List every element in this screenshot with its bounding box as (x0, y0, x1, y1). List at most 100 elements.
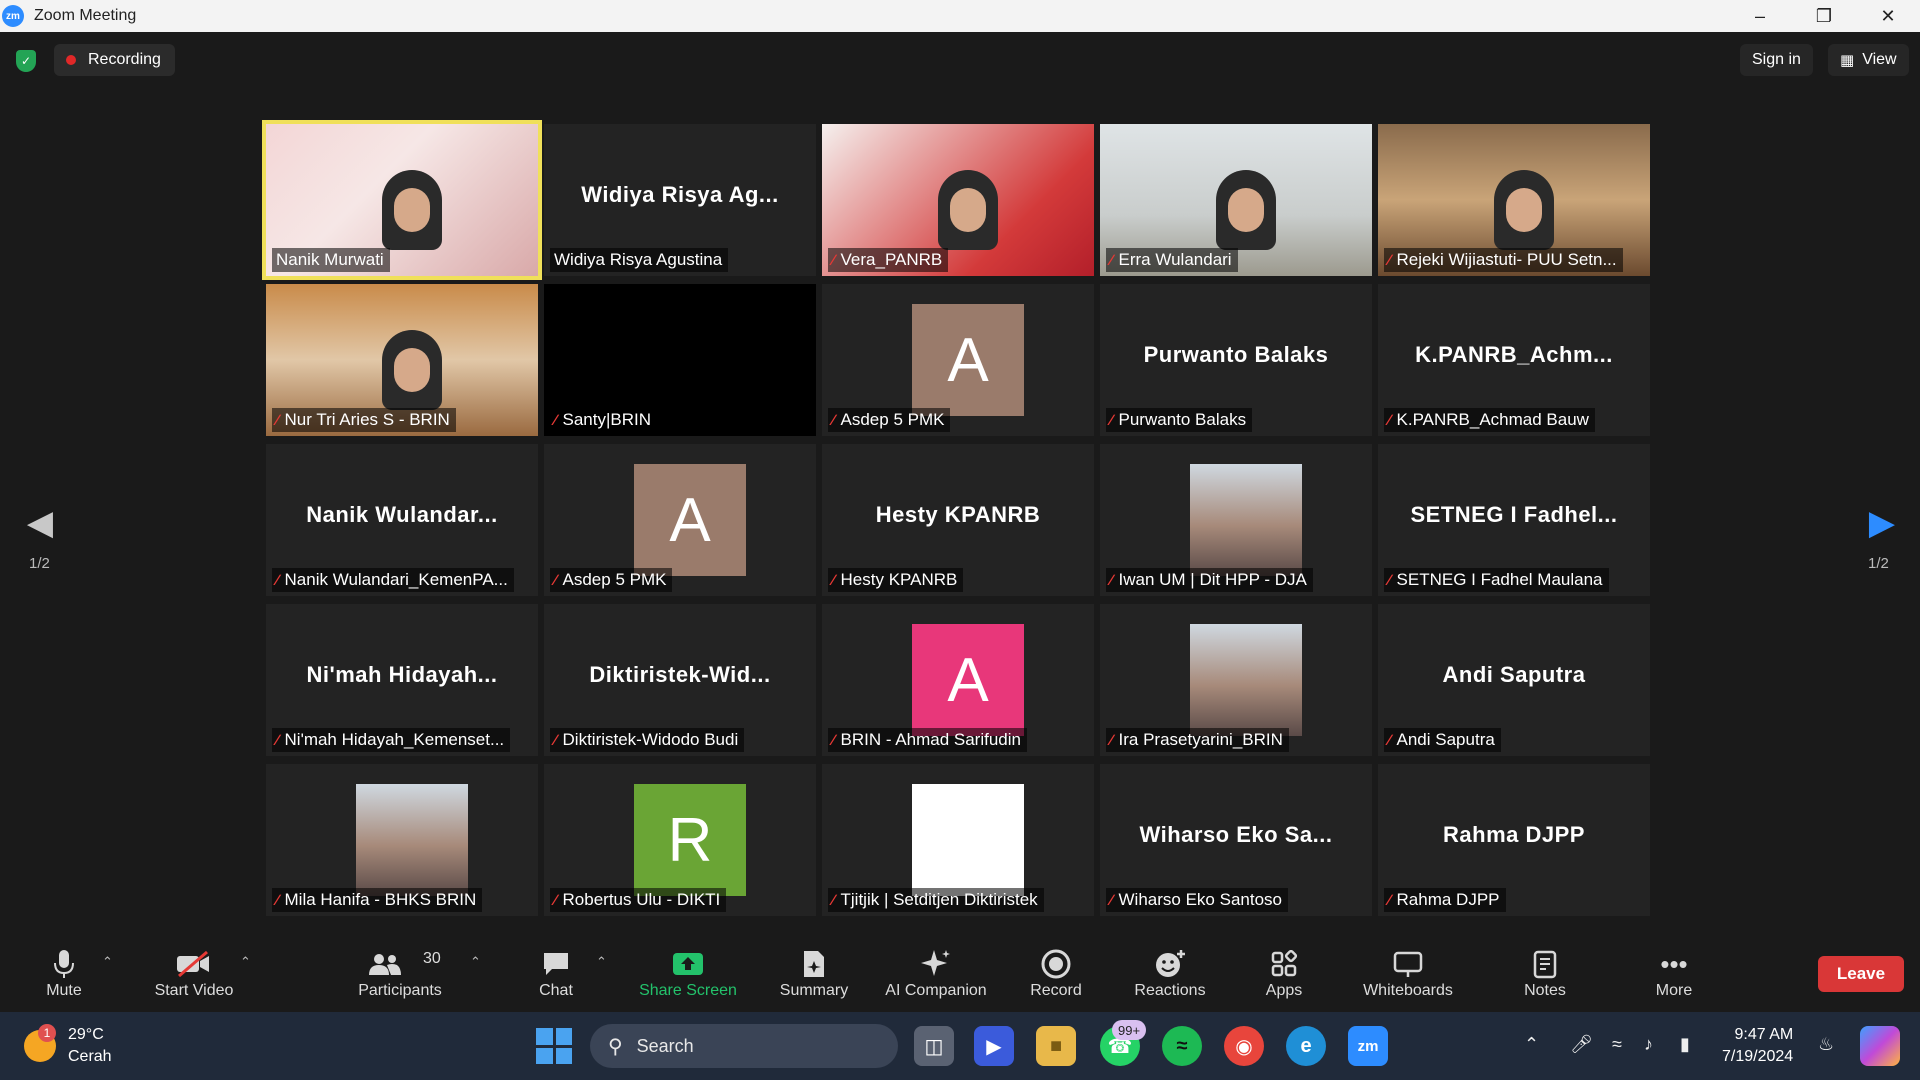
participant-tile[interactable]: Widiya Risya Ag... Widiya Risya Agustina (544, 124, 816, 276)
zoom-taskbar-icon[interactable]: zm (1348, 1026, 1388, 1066)
next-page-arrow-icon[interactable]: ▶ (1862, 498, 1902, 548)
participant-tile[interactable]: Rahma DJPP ∕ Rahma DJPP (1378, 764, 1650, 916)
whiteboards-label: Whiteboards (1363, 982, 1453, 999)
volume-icon[interactable]: ♪ (1644, 1034, 1653, 1055)
participants-options-chevron-icon[interactable]: ⌃ (470, 954, 481, 970)
chat-options-chevron-icon[interactable]: ⌃ (596, 954, 607, 970)
microphone-tray-icon[interactable]: 🎤︎ (1570, 1034, 1593, 1055)
share-screen-button[interactable]: Share Screen (638, 946, 738, 1008)
participant-tile[interactable]: ∕ Vera_PANRB (822, 124, 1094, 276)
weather-badge: 1 (38, 1024, 56, 1042)
view-button[interactable]: ▦ View (1828, 44, 1909, 76)
participant-tile[interactable]: Wiharso Eko Sa... ∕ Wiharso Eko Santoso (1100, 764, 1372, 916)
participant-tile[interactable]: R ∕ Robertus Ulu - DIKTI (544, 764, 816, 916)
chrome-icon[interactable]: ◉ (1224, 1026, 1264, 1066)
wifi-icon[interactable]: ≈ (1612, 1034, 1622, 1055)
muted-microphone-icon: ∕ (1110, 731, 1113, 749)
zoom-meet-app-icon[interactable]: ▶ (974, 1026, 1014, 1066)
whatsapp-unread-badge: 99+ (1112, 1020, 1147, 1040)
system-clock[interactable]: 9:47 AM 7/19/2024 (1722, 1024, 1793, 1068)
weather-temperature: 29°C (68, 1026, 104, 1043)
clock-date: 7/19/2024 (1722, 1048, 1794, 1065)
participant-name: Purwanto Balaks (1118, 410, 1247, 429)
chat-button[interactable]: Chat (536, 946, 576, 1008)
participant-tile[interactable]: ∕ Erra Wulandari (1100, 124, 1372, 276)
participant-tile[interactable]: A ∕ BRIN - Ahmad Sarifudin (822, 604, 1094, 756)
more-button[interactable]: ••• More (1652, 946, 1696, 1008)
minimize-button[interactable]: – (1728, 0, 1792, 32)
participant-name: Andi Saputra (1396, 730, 1495, 749)
search-label: Search (636, 1035, 694, 1056)
participant-tile[interactable]: Nanik Wulandar... ∕ Nanik Wulandari_KemenP… (266, 444, 538, 596)
restore-button[interactable]: ❐ (1792, 0, 1856, 32)
chat-icon (541, 946, 571, 982)
participant-tile[interactable]: ∕ Iwan UM | Dit HPP - DJA (1100, 444, 1372, 596)
participant-name: Robertus Ulu - DIKTI (562, 890, 721, 909)
copilot-icon[interactable] (1860, 1026, 1900, 1066)
video-options-chevron-icon[interactable]: ⌃ (240, 954, 251, 970)
participant-name-label: ∕ K.PANRB_Achmad Bauw (1384, 408, 1595, 432)
battery-icon[interactable]: ▮ (1680, 1034, 1690, 1055)
task-view-icon[interactable]: ◫ (914, 1026, 954, 1066)
participant-name-label: ∕ Vera_PANRB (828, 248, 949, 272)
mute-button[interactable]: Mute (42, 946, 86, 1008)
leave-button[interactable]: Leave (1818, 956, 1904, 992)
sign-in-button[interactable]: Sign in (1740, 44, 1813, 76)
participant-tile[interactable]: ∕ Mila Hanifa - BHKS BRIN (266, 764, 538, 916)
close-window-button[interactable]: ✕ (1856, 0, 1920, 32)
notes-label: Notes (1524, 982, 1566, 999)
audio-options-chevron-icon[interactable]: ⌃ (102, 954, 113, 970)
participant-tile[interactable]: ∕ Rejeki Wijiastuti- PUU Setn... (1378, 124, 1650, 276)
security-shield-icon[interactable]: ✓ (16, 50, 36, 72)
participant-tile[interactable]: ∕ Nur Tri Aries S - BRIN (266, 284, 538, 436)
participant-tile[interactable]: Ni'mah Hidayah... ∕ Ni'mah Hidayah_Kemense… (266, 604, 538, 756)
notes-button[interactable]: Notes (1520, 946, 1570, 1008)
participant-tile[interactable]: Purwanto Balaks ∕ Purwanto Balaks (1100, 284, 1372, 436)
show-hidden-icons-chevron-icon[interactable]: ⌃ (1524, 1034, 1539, 1055)
spotify-icon[interactable]: ≈ (1162, 1026, 1202, 1066)
participant-tile[interactable]: Diktiristek-Wid... ∕ Diktiristek-Widodo Bu… (544, 604, 816, 756)
weather-description: Cerah (68, 1048, 112, 1065)
participant-name: K.PANRB_Achmad Bauw (1396, 410, 1589, 429)
whiteboard-icon (1392, 946, 1424, 982)
ai-companion-button[interactable]: AI Companion (880, 946, 992, 1008)
participant-tile[interactable]: Hesty KPANRB ∕ Hesty KPANRB (822, 444, 1094, 596)
participant-name: Vera_PANRB (840, 250, 943, 269)
participant-profile-photo (1190, 464, 1302, 576)
participant-tile[interactable]: A ∕ Asdep 5 PMK (822, 284, 1094, 436)
participant-tile[interactable]: ∕ Ira Prasetyarini_BRIN (1100, 604, 1372, 756)
participant-tile[interactable]: ∕ Santy|BRIN (544, 284, 816, 436)
participant-name: Nur Tri Aries S - BRIN (284, 410, 450, 429)
reactions-button[interactable]: Reactions (1130, 946, 1210, 1008)
muted-microphone-icon: ∕ (1388, 891, 1391, 909)
taskbar-search-box[interactable]: ⚲ Search (590, 1024, 898, 1068)
participant-name-label: ∕ BRIN - Ahmad Sarifudin (828, 728, 1027, 752)
edge-icon[interactable]: e (1286, 1026, 1326, 1066)
participant-tile[interactable]: ∕ Tjitjik | Setditjen Diktiristek (822, 764, 1094, 916)
participant-tile[interactable]: Andi Saputra ∕ Andi Saputra (1378, 604, 1650, 756)
participants-icon (368, 946, 402, 982)
recording-indicator[interactable]: Recording (54, 44, 175, 76)
muted-microphone-icon: ∕ (1388, 731, 1391, 749)
apps-icon (1270, 946, 1298, 982)
notification-bell-icon[interactable]: ♨ (1818, 1034, 1834, 1055)
apps-button[interactable]: Apps (1262, 946, 1306, 1008)
previous-page-arrow-icon[interactable]: ◀ (20, 498, 60, 548)
participant-tile[interactable]: A ∕ Asdep 5 PMK (544, 444, 816, 596)
summary-button[interactable]: Summary (776, 946, 852, 1008)
participant-tile[interactable]: K.PANRB_Achm... ∕ K.PANRB_Achmad Bauw (1378, 284, 1650, 436)
file-explorer-icon[interactable]: ■ (1036, 1026, 1076, 1066)
weather-widget[interactable]: 1 29°C Cerah (24, 1024, 112, 1068)
participant-name-label: ∕ Iwan UM | Dit HPP - DJA (1106, 568, 1313, 592)
participant-display-name: Ni'mah Hidayah... (306, 662, 498, 687)
participant-name: Nanik Wulandari_KemenPA... (284, 570, 508, 589)
ai-companion-label: AI Companion (885, 982, 987, 999)
start-video-button[interactable]: Start Video (150, 946, 238, 1008)
windows-start-icon[interactable] (536, 1028, 572, 1064)
record-button[interactable]: Record (1028, 946, 1084, 1008)
participant-tile[interactable]: SETNEG I Fadhel... ∕ SETNEG I Fadhel Maula… (1378, 444, 1650, 596)
participant-name-label: ∕ Hesty KPANRB (828, 568, 964, 592)
participant-tile[interactable]: Nanik Murwati (262, 120, 542, 280)
participant-name-label: ∕ Asdep 5 PMK (828, 408, 951, 432)
whiteboards-button[interactable]: Whiteboards (1356, 946, 1460, 1008)
